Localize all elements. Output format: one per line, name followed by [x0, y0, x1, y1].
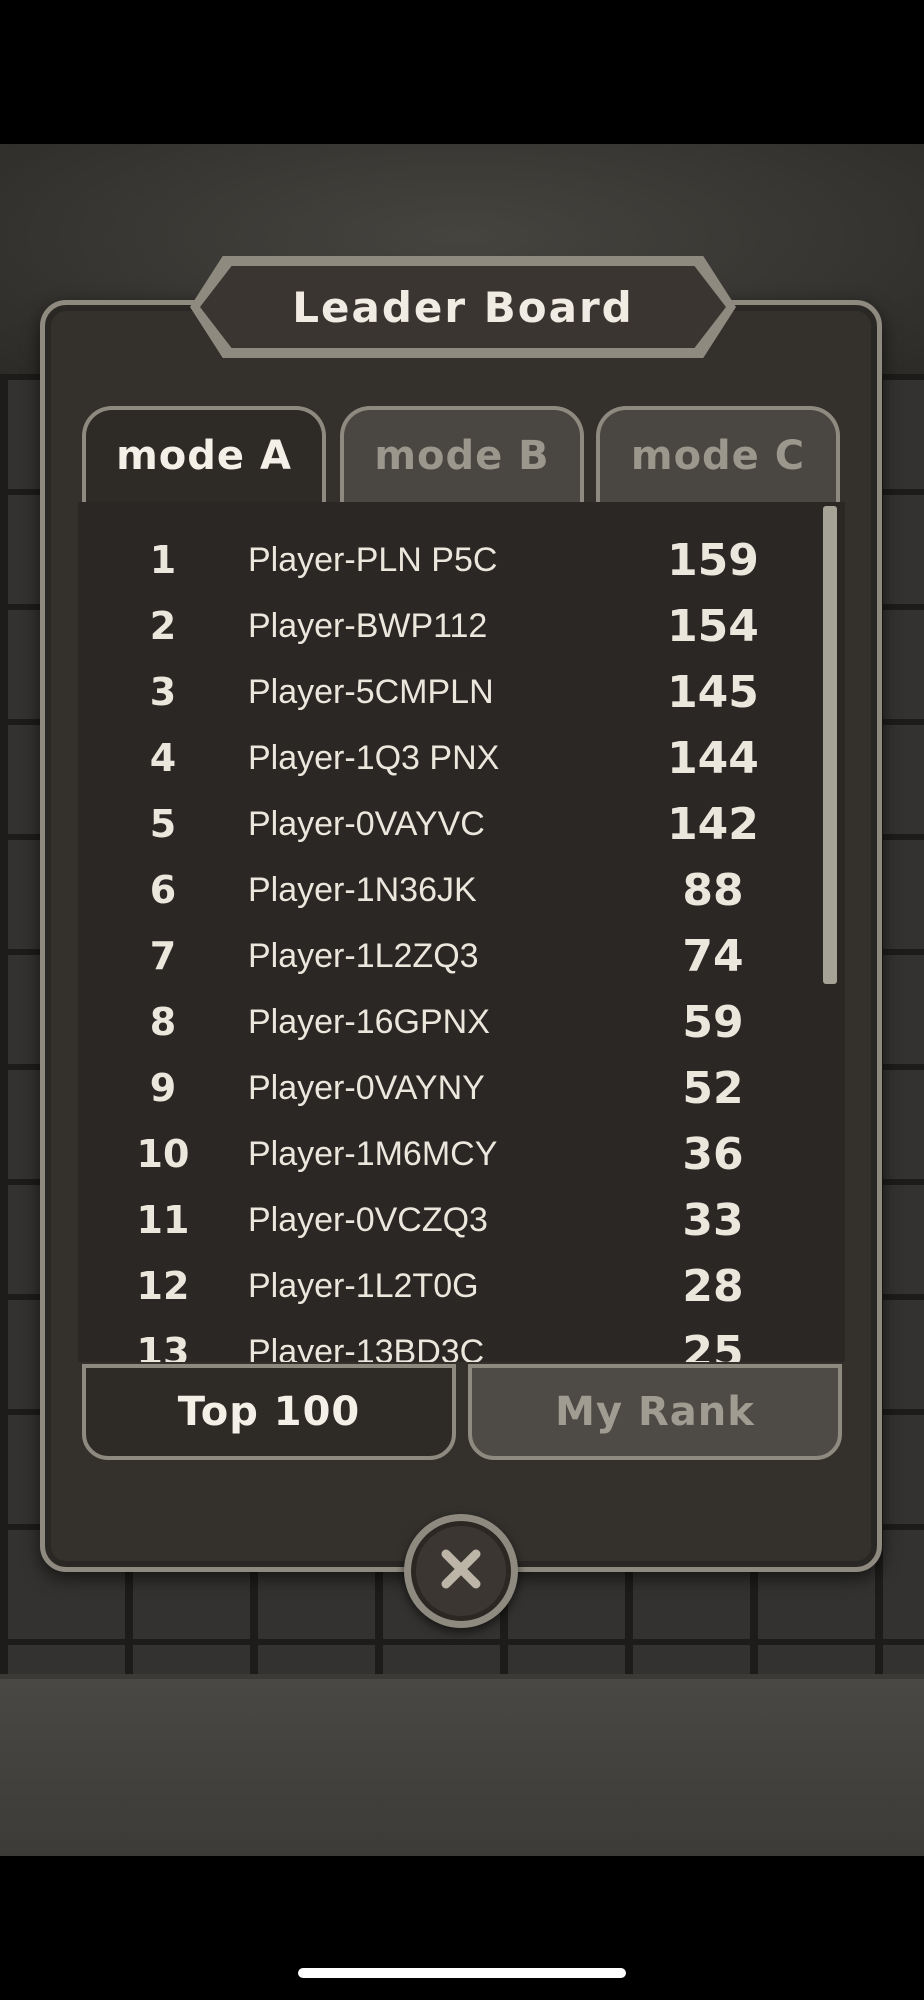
score-cell: 144	[667, 732, 759, 784]
scrollbar[interactable]	[823, 506, 837, 984]
player-name-cell: Player-0VAYVC	[248, 804, 485, 843]
player-name-cell: Player-1N36JK	[248, 870, 477, 909]
score-cell: 33	[682, 1194, 744, 1246]
close-button[interactable]	[404, 1514, 518, 1628]
rank-cell: 7	[149, 934, 177, 978]
score-cell: 145	[667, 666, 759, 718]
score-cell: 36	[682, 1128, 744, 1180]
rank-cell: 10	[136, 1132, 190, 1176]
score-cell: 88	[682, 864, 744, 916]
score-cell: 52	[682, 1062, 744, 1114]
table-row: 8 Player-16GPNX 59	[78, 989, 818, 1055]
score-cell: 25	[682, 1326, 744, 1363]
rank-cell: 13	[136, 1330, 190, 1362]
rank-cell: 6	[149, 868, 177, 912]
top-100-button[interactable]: Top 100	[82, 1364, 456, 1460]
table-row: 3 Player-5CMPLN 145	[78, 659, 818, 725]
player-name-cell: Player-1M6MCY	[248, 1134, 498, 1173]
rank-cell: 8	[149, 1000, 177, 1044]
score-cell: 159	[667, 534, 759, 586]
tab-mode-c[interactable]: mode C	[596, 406, 840, 502]
score-cell: 28	[682, 1260, 744, 1312]
tab-mode-a[interactable]: mode A	[82, 406, 326, 502]
player-name-cell: Player-0VCZQ3	[248, 1200, 488, 1239]
rank-cell: 4	[149, 736, 177, 780]
score-cell: 59	[682, 996, 744, 1048]
player-name-cell: Player-1L2ZQ3	[248, 936, 479, 975]
tab-mode-b[interactable]: mode B	[340, 406, 584, 502]
table-row: 12 Player-1L2T0G 28	[78, 1253, 818, 1319]
rank-cell: 2	[149, 604, 177, 648]
player-name-cell: Player-PLN P5C	[248, 540, 498, 579]
table-row: 7 Player-1L2ZQ3 74	[78, 923, 818, 989]
floor	[0, 1679, 924, 1856]
table-row: 13 Player-13BD3C 25	[78, 1319, 818, 1363]
table-row: 2 Player-BWP112 154	[78, 593, 818, 659]
score-cell: 154	[667, 600, 759, 652]
my-rank-button[interactable]: My Rank	[468, 1364, 842, 1460]
rank-cell: 9	[149, 1066, 177, 1110]
player-name-cell: Player-BWP112	[248, 606, 488, 645]
home-indicator	[298, 1968, 626, 1978]
player-name-cell: Player-13BD3C	[248, 1332, 485, 1363]
table-row: 4 Player-1Q3 PNX 144	[78, 725, 818, 791]
rank-cell: 1	[149, 538, 177, 582]
score-cell: 74	[682, 930, 744, 982]
close-icon	[438, 1546, 484, 1596]
score-cell: 142	[667, 798, 759, 850]
table-row: 10 Player-1M6MCY 36	[78, 1121, 818, 1187]
table-row: 11 Player-0VCZQ3 33	[78, 1187, 818, 1253]
rank-cell: 5	[149, 802, 177, 846]
rank-cell: 12	[136, 1264, 190, 1308]
table-row: 1 Player-PLN P5C 159	[78, 527, 818, 593]
player-name-cell: Player-1Q3 PNX	[248, 738, 500, 777]
player-name-cell: Player-5CMPLN	[248, 672, 494, 711]
rank-cell: 11	[136, 1198, 190, 1242]
rank-cell: 3	[149, 670, 177, 714]
table-row: 5 Player-0VAYVC 142	[78, 791, 818, 857]
ranking-list[interactable]: 1 Player-PLN P5C 159 2 Player-BWP112 154…	[78, 502, 845, 1362]
player-name-cell: Player-0VAYNY	[248, 1068, 485, 1107]
player-name-cell: Player-1L2T0G	[248, 1266, 479, 1305]
table-row: 9 Player-0VAYNY 52	[78, 1055, 818, 1121]
player-name-cell: Player-16GPNX	[248, 1002, 490, 1041]
page-title: Leader Board	[200, 266, 726, 348]
table-row: 6 Player-1N36JK 88	[78, 857, 818, 923]
